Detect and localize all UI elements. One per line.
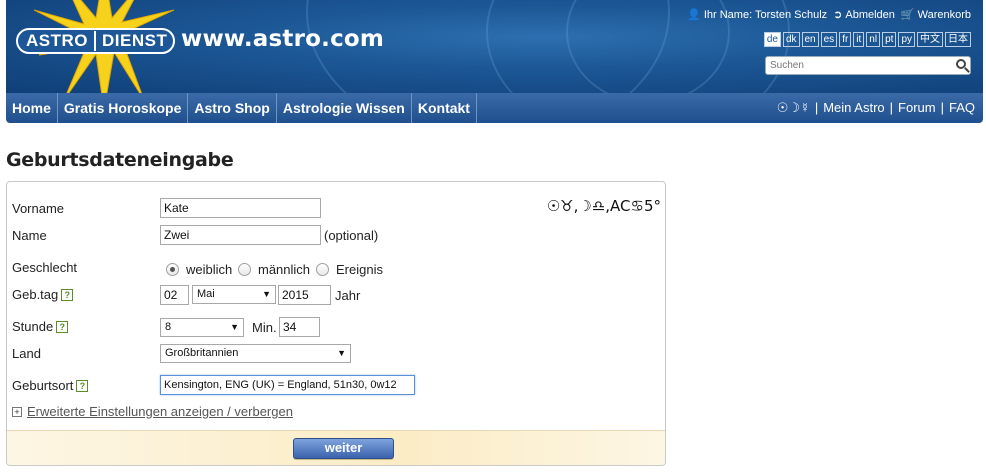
- lang-dk[interactable]: dk: [782, 32, 800, 47]
- cart-label: Warenkorb: [917, 9, 971, 21]
- gebtag-label-text: Geb.tag: [12, 287, 59, 302]
- chevron-down-icon: ▼: [230, 322, 239, 332]
- weiter-button[interactable]: weiter: [293, 438, 394, 459]
- lang-fr[interactable]: fr: [839, 32, 852, 47]
- logout-link[interactable]: ➲ Abmelden: [833, 8, 895, 21]
- search-input[interactable]: [766, 57, 954, 74]
- forum-link[interactable]: Forum: [898, 93, 936, 123]
- nav-separator: |: [889, 100, 894, 115]
- planet-symbols-link[interactable]: ☉☽☿: [777, 93, 810, 123]
- cart-link[interactable]: 🛒 Warenkorb: [901, 8, 971, 21]
- year-field[interactable]: 2015: [278, 285, 331, 305]
- logo-text-left: ASTRO: [26, 31, 88, 50]
- lang-de[interactable]: de: [763, 32, 781, 47]
- country-select[interactable]: Großbritannien ▼: [160, 344, 351, 363]
- country-value: Großbritannien: [165, 347, 239, 359]
- chevron-down-icon: ▼: [337, 348, 346, 358]
- name-label: Name: [12, 228, 47, 243]
- lang-nl[interactable]: nl: [866, 32, 881, 47]
- nav-item-home[interactable]: Home: [6, 93, 58, 123]
- gebtag-label: Geb.tag?: [12, 287, 74, 302]
- site-logo[interactable]: ASTRO DIENST: [16, 28, 176, 54]
- gender-radio-weiblich[interactable]: weiblich: [166, 262, 232, 277]
- birthplace-field[interactable]: Kensington, ENG (UK) = England, 51n30, 0…: [160, 375, 415, 395]
- lang-es[interactable]: es: [820, 32, 838, 47]
- user-name-label: Ihr Name: Torsten Schulz: [703, 9, 828, 21]
- user-info[interactable]: 👤 Ihr Name: Torsten Schulz: [687, 8, 827, 21]
- nav-item-gratis-horoskope[interactable]: Gratis Horoskope: [58, 93, 189, 123]
- name-optional-note: (optional): [324, 228, 379, 243]
- gender-option-label: Ereignis: [336, 262, 383, 277]
- gender-radio-maennlich[interactable]: männlich: [238, 262, 310, 277]
- stunde-label: Stunde?: [12, 319, 69, 334]
- year-suffix: Jahr: [335, 288, 361, 303]
- mein-astro-link[interactable]: Mein Astro: [823, 93, 884, 123]
- geschlecht-label: Geschlecht: [12, 260, 78, 275]
- vorname-field[interactable]: Kate: [160, 198, 321, 218]
- logo-text-right: DIENST: [102, 31, 168, 50]
- page-title: Geburtsdateneingabe: [6, 149, 234, 171]
- nav-separator: |: [814, 100, 819, 115]
- help-icon[interactable]: ?: [61, 289, 74, 301]
- vorname-label: Vorname: [12, 201, 65, 216]
- radio-indicator: [238, 263, 251, 276]
- help-icon[interactable]: ?: [56, 321, 69, 333]
- birth-data-form: ☉♉,☽♎,AC♋5° Vorname Kate Name Zwei (opti…: [6, 181, 666, 466]
- lang-en[interactable]: en: [801, 32, 819, 47]
- expand-icon: +: [12, 406, 22, 417]
- minute-field[interactable]: 34: [279, 317, 320, 337]
- gender-radio-ereignis[interactable]: Ereignis: [316, 262, 383, 277]
- faq-link[interactable]: FAQ: [949, 93, 975, 123]
- logout-icon: ➲: [833, 9, 843, 21]
- chart-signature: ☉♉,☽♎,AC♋5°: [546, 197, 661, 215]
- cart-icon: 🛒: [900, 9, 915, 21]
- gender-option-label: männlich: [258, 262, 311, 277]
- name-field[interactable]: Zwei: [160, 225, 321, 245]
- lang-pt[interactable]: pt: [882, 32, 897, 47]
- hour-select[interactable]: 8 ▼: [160, 318, 244, 337]
- radio-indicator: [316, 263, 329, 276]
- header-banner: ASTRO DIENST www.astro.com 👤 Ihr Name: To…: [6, 0, 983, 93]
- lang-zh[interactable]: 中文: [917, 32, 943, 47]
- gender-option-label: weiblich: [186, 262, 233, 277]
- lang-it[interactable]: it: [853, 32, 865, 47]
- main-nav: Home Gratis Horoskope Astro Shop Astrolo…: [6, 93, 983, 123]
- min-label: Min.: [252, 320, 277, 335]
- geburtsort-label-text: Geburtsort: [12, 378, 74, 393]
- stunde-label-text: Stunde: [12, 319, 54, 334]
- nav-separator: |: [940, 100, 944, 115]
- nav-item-astrologie-wissen[interactable]: Astrologie Wissen: [277, 93, 412, 123]
- lang-ja[interactable]: 日本: [945, 32, 971, 47]
- month-value: Mai: [197, 288, 215, 300]
- day-field[interactable]: 02: [160, 285, 189, 305]
- logo-divider: [94, 31, 96, 51]
- month-select[interactable]: Mai ▼: [192, 285, 276, 304]
- user-bar: 👤 Ihr Name: Torsten Schulz ➲ Abmelden 🛒 War…: [687, 8, 971, 21]
- language-selector: de dk en es fr it nl pt py 中文 日本: [763, 32, 971, 47]
- radio-selected-indicator: [166, 263, 179, 276]
- help-icon[interactable]: ?: [76, 380, 89, 392]
- hour-value: 8: [165, 321, 172, 333]
- advanced-settings-link[interactable]: Erweiterte Einstellungen anzeigen / verb…: [27, 404, 293, 419]
- site-url[interactable]: www.astro.com: [181, 26, 384, 52]
- search-icon[interactable]: [956, 59, 966, 69]
- chevron-down-icon: ▼: [262, 289, 271, 299]
- nav-item-astro-shop[interactable]: Astro Shop: [188, 93, 277, 123]
- search-box: [765, 56, 971, 75]
- advanced-settings-toggle[interactable]: + Erweiterte Einstellungen anzeigen / ve…: [12, 404, 293, 419]
- lang-ru[interactable]: py: [898, 32, 915, 47]
- nav-right-links: ☉☽☿ | Mein Astro | Forum | FAQ: [777, 93, 975, 123]
- logout-label: Abmelden: [845, 9, 895, 21]
- nav-item-kontakt[interactable]: Kontakt: [412, 93, 477, 123]
- user-icon: 👤: [687, 9, 701, 21]
- land-label: Land: [12, 346, 41, 361]
- geburtsort-label: Geburtsort?: [12, 378, 89, 393]
